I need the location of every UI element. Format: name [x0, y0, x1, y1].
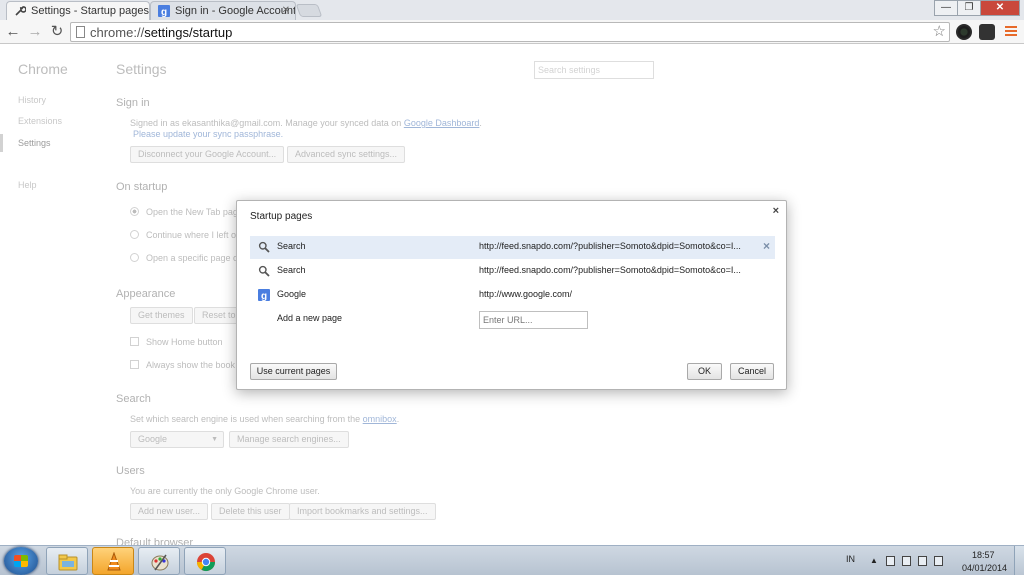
chrome-icon: [197, 553, 215, 572]
taskbar-explorer[interactable]: [46, 547, 88, 575]
address-url: chrome://settings/startup: [90, 25, 233, 40]
extension-icon[interactable]: [956, 24, 972, 40]
search-icon: [258, 265, 270, 277]
dialog-close-icon[interactable]: ×: [773, 205, 779, 217]
language-indicator[interactable]: IN: [846, 554, 855, 564]
close-window-button[interactable]: ✕: [980, 0, 1020, 16]
tab-title: Settings - Startup pages: [31, 5, 150, 17]
dialog-title: Startup pages: [250, 211, 313, 222]
network-icon[interactable]: [918, 556, 927, 566]
page-url: http://feed.snapdo.com/?publisher=Somoto…: [479, 265, 741, 275]
action-center-flag-icon[interactable]: [886, 556, 895, 566]
pocket-icon[interactable]: [979, 24, 995, 40]
tab-sign-in[interactable]: g Sign in - Google Accounts ✕: [150, 1, 296, 20]
cancel-button[interactable]: Cancel: [730, 363, 774, 380]
window-controls: — ❐ ✕: [934, 0, 1020, 16]
taskbar-vlc[interactable]: [92, 547, 134, 575]
remove-page-icon[interactable]: ×: [763, 239, 770, 253]
tab-title: Sign in - Google Accounts: [175, 5, 296, 17]
close-tab-icon[interactable]: ✕: [282, 2, 290, 20]
wrench-icon: [15, 6, 26, 16]
restore-button[interactable]: ❐: [957, 0, 981, 16]
paint-palette-icon: [151, 554, 169, 571]
startup-pages-dialog: Startup pages × Search http://feed.snapd…: [236, 200, 787, 390]
page-url: http://feed.snapdo.com/?publisher=Somoto…: [479, 241, 741, 251]
startup-page-row[interactable]: Search http://feed.snapdo.com/?publisher…: [250, 236, 775, 259]
page-url: http://www.google.com/: [479, 289, 573, 299]
page-icon: [76, 26, 85, 38]
add-page-label: Add a new page: [277, 313, 343, 323]
back-arrow-icon[interactable]: ←: [4, 23, 22, 41]
taskbar: IN ▲ 18:57 04/01/2014: [0, 545, 1024, 575]
system-tray: IN ▲ 18:57 04/01/2014: [834, 546, 1024, 575]
clock-time[interactable]: 18:57: [972, 550, 995, 560]
taskbar-chrome[interactable]: [184, 547, 226, 575]
volume-icon[interactable]: [934, 556, 943, 566]
ok-button[interactable]: OK: [687, 363, 722, 380]
clock-date[interactable]: 04/01/2014: [962, 563, 1007, 573]
svg-text:g: g: [261, 291, 267, 301]
address-bar[interactable]: chrome://settings/startup ☆: [70, 22, 950, 42]
new-page-url-input[interactable]: [479, 311, 588, 329]
battery-icon[interactable]: [902, 556, 911, 566]
tab-settings[interactable]: Settings - Startup pages: [6, 1, 150, 20]
use-current-pages-button[interactable]: Use current pages: [250, 363, 337, 380]
startup-page-row[interactable]: g Google http://www.google.com/: [250, 284, 775, 307]
page-name: Google: [277, 289, 307, 299]
google-g-icon: g: [258, 289, 270, 301]
page-name: Search: [277, 241, 306, 251]
browser-toolbar: ← → ↻ chrome://settings/startup ☆: [0, 20, 1024, 44]
chrome-menu-icon[interactable]: [1005, 26, 1017, 38]
svg-text:g: g: [161, 7, 167, 17]
search-icon: [258, 241, 270, 253]
minimize-button[interactable]: —: [934, 0, 958, 16]
start-button[interactable]: [4, 547, 38, 575]
page-name: Search: [277, 265, 306, 275]
folder-icon: [58, 554, 78, 571]
vlc-cone-icon: [107, 552, 121, 571]
google-g-icon: g: [158, 5, 170, 17]
startup-page-row[interactable]: Search http://feed.snapdo.com/?publisher…: [250, 260, 775, 283]
show-desktop-button[interactable]: [1014, 546, 1024, 575]
forward-arrow-icon[interactable]: →: [26, 23, 44, 41]
taskbar-paint[interactable]: [138, 547, 180, 575]
tab-strip: Settings - Startup pages g Sign in - Goo…: [0, 0, 1024, 20]
reload-icon[interactable]: ↻: [48, 23, 66, 41]
tray-overflow-icon[interactable]: ▲: [870, 556, 878, 565]
new-tab-button[interactable]: [295, 4, 323, 17]
bookmark-star-icon[interactable]: ☆: [933, 23, 946, 40]
